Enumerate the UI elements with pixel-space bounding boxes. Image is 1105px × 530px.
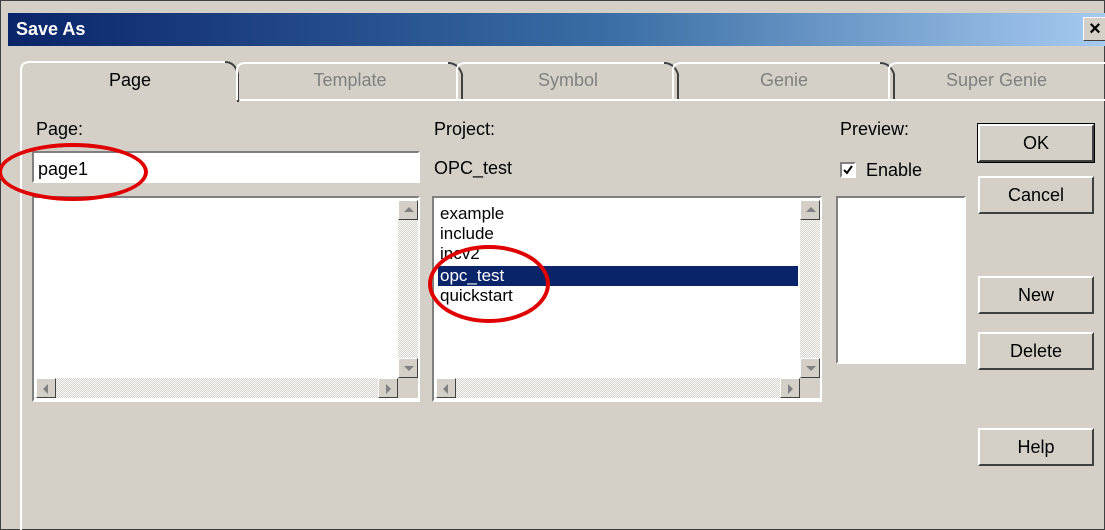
page-list-scroll-left[interactable] (36, 378, 56, 398)
tab-page-label: Page (108, 70, 152, 90)
down-arrow-icon (806, 366, 816, 371)
annotation-circle-page (0, 143, 148, 201)
project-label: Project: (434, 119, 496, 139)
ok-button[interactable]: OK (977, 123, 1095, 163)
help-button[interactable]: Help (978, 428, 1094, 466)
delete-button[interactable]: Delete (978, 332, 1094, 370)
enable-label: Enable (866, 160, 923, 180)
title-bar[interactable]: Save As (8, 13, 1105, 46)
tab-panel-edge (240, 99, 1105, 101)
page-list-vscrollbar[interactable] (398, 200, 418, 378)
up-arrow-icon (806, 207, 816, 212)
page-list-hscrollbar[interactable] (36, 378, 398, 398)
tab-page[interactable]: Page (20, 60, 240, 102)
tab-super-genie[interactable]: Super Genie (888, 60, 1105, 100)
enable-checkbox[interactable] (840, 162, 856, 178)
tab-genie[interactable]: Genie (672, 60, 896, 100)
tab-genie-label: Genie (759, 70, 809, 90)
tab-super-genie-label: Super Genie (945, 70, 1048, 90)
tab-symbol[interactable]: Symbol (456, 60, 680, 100)
scroll-corner (398, 378, 418, 398)
close-icon: × (1089, 18, 1101, 40)
list-item[interactable]: example (438, 204, 798, 224)
project-list-scroll-down[interactable] (800, 358, 820, 378)
project-list-vscrollbar[interactable] (800, 200, 820, 378)
left-arrow-icon (43, 384, 48, 394)
project-list-hscrollbar[interactable] (436, 378, 800, 398)
project-list-scroll-left[interactable] (436, 378, 456, 398)
right-arrow-icon (386, 384, 391, 394)
tab-template-label: Template (313, 70, 387, 90)
left-arrow-icon (443, 384, 448, 394)
project-list-scroll-right[interactable] (780, 378, 800, 398)
page-label: Page: (36, 119, 84, 139)
page-list-scroll-down[interactable] (398, 358, 418, 378)
down-arrow-icon (404, 366, 414, 371)
page-list-scroll-right[interactable] (378, 378, 398, 398)
project-current: OPC_test (434, 158, 513, 178)
cancel-button[interactable]: Cancel (978, 176, 1094, 214)
page-list-scroll-up[interactable] (398, 200, 418, 220)
right-arrow-icon (788, 384, 793, 394)
up-arrow-icon (404, 207, 414, 212)
window-title: Save As (16, 19, 86, 39)
close-button[interactable]: × (1083, 17, 1105, 41)
new-button[interactable]: New (978, 276, 1094, 314)
list-item[interactable]: include (438, 224, 798, 244)
annotation-circle-project (428, 245, 550, 323)
preview-label: Preview: (840, 119, 910, 139)
project-list-scroll-up[interactable] (800, 200, 820, 220)
save-as-dialog: Save As × Page Template Symbol Genie Sup… (0, 0, 1105, 530)
preview-box (836, 196, 966, 364)
tab-template[interactable]: Template (236, 60, 464, 100)
checkmark-icon (843, 165, 853, 175)
page-listbox[interactable] (32, 196, 420, 402)
scroll-corner (800, 378, 820, 398)
tab-symbol-label: Symbol (537, 70, 599, 90)
